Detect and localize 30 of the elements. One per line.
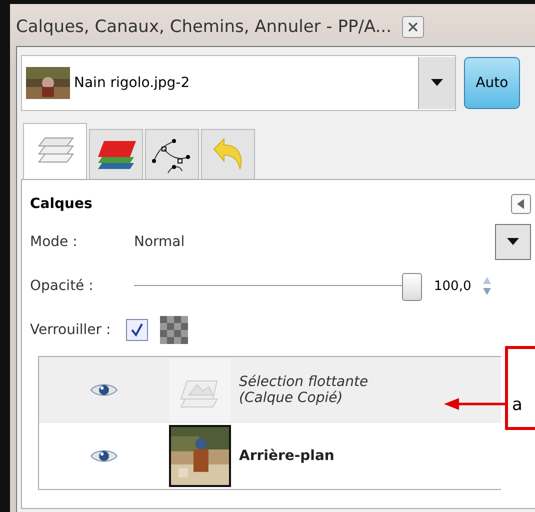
mode-value: Normal bbox=[134, 234, 186, 250]
close-icon bbox=[406, 21, 418, 33]
panel-menu-button[interactable] bbox=[511, 194, 531, 214]
opacity-value: 100,0 bbox=[434, 278, 472, 294]
window-title: Calques, Canaux, Chemins, Annuler - PP/A... bbox=[16, 17, 392, 37]
auto-button[interactable]: Auto bbox=[464, 57, 520, 109]
mode-label: Mode : bbox=[30, 234, 78, 250]
layer-name: Arrière-plan bbox=[239, 448, 334, 464]
lock-pixels-checkbox[interactable] bbox=[126, 319, 148, 341]
triangle-left-icon bbox=[517, 199, 525, 209]
dock-tab[interactable] bbox=[145, 129, 199, 179]
eye-icon[interactable] bbox=[90, 448, 118, 464]
dropdown-arrow-icon bbox=[431, 79, 443, 87]
checkerboard-icon[interactable] bbox=[158, 316, 190, 344]
image-dropdown[interactable]: Nain rigolo.jpg-2 bbox=[21, 55, 456, 111]
dropdown-arrow-icon bbox=[507, 238, 519, 246]
opacity-label: Opacité : bbox=[30, 278, 94, 294]
callout-box: a bbox=[505, 346, 535, 430]
eye-icon[interactable] bbox=[90, 382, 118, 398]
layer-name: Sélection flottante (Calque Copié) bbox=[239, 374, 368, 406]
callout-arrow bbox=[444, 397, 506, 411]
mode-dropdown-button[interactable] bbox=[495, 224, 531, 260]
panel-title: Calques bbox=[30, 196, 92, 212]
spin-arrows-icon[interactable] bbox=[482, 275, 492, 297]
lock-label: Verrouiller : bbox=[30, 322, 112, 338]
layer-row[interactable]: Sélection flottante (Calque Copié) bbox=[39, 357, 501, 423]
check-icon bbox=[129, 322, 145, 338]
close-button[interactable] bbox=[402, 16, 424, 38]
slider-thumb[interactable] bbox=[402, 273, 422, 301]
opacity-slider[interactable] bbox=[134, 271, 422, 301]
